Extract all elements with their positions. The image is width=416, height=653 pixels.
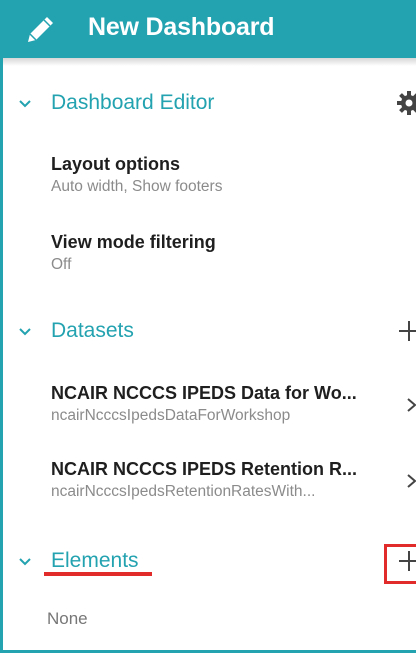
- item-subtitle: Auto width, Show footers: [51, 178, 223, 195]
- plus-icon[interactable]: [396, 318, 416, 344]
- chevron-down-icon[interactable]: [16, 323, 34, 341]
- dataset-item[interactable]: NCAIR NCCCS IPEDS Data for Wo... ncairNc…: [51, 381, 416, 427]
- section-label-dashboard-editor: Dashboard Editor: [51, 91, 215, 114]
- item-title: Layout options: [51, 154, 180, 174]
- dataset-title: NCAIR NCCCS IPEDS Retention R...: [51, 459, 358, 479]
- item-title: View mode filtering: [51, 232, 216, 252]
- dashboard-editor-panel: New Dashboard Dashboard Editor Layout op…: [0, 0, 416, 653]
- dashboard-title[interactable]: New Dashboard: [88, 13, 275, 42]
- header-shadow: [0, 58, 416, 66]
- dataset-subtitle: ncairNcccsIpedsRetentionRatesWith...: [51, 483, 316, 500]
- chevron-down-icon[interactable]: [16, 95, 34, 113]
- dataset-subtitle: ncairNcccsIpedsDataForWorkshop: [51, 407, 291, 424]
- gear-icon[interactable]: [396, 90, 416, 116]
- section-dashboard-editor[interactable]: Dashboard Editor: [0, 86, 416, 122]
- panel-left-border: [0, 0, 3, 653]
- highlight-underline: [44, 572, 152, 576]
- item-subtitle: Off: [51, 256, 72, 273]
- pencil-icon[interactable]: [24, 12, 58, 46]
- section-label-elements: Elements: [51, 549, 139, 572]
- chevron-down-icon[interactable]: [16, 553, 34, 571]
- elements-empty-text: None: [47, 609, 88, 628]
- chevron-right-icon[interactable]: [405, 471, 416, 491]
- section-datasets[interactable]: Datasets: [0, 314, 416, 350]
- dataset-item[interactable]: NCAIR NCCCS IPEDS Retention R... ncairNc…: [51, 457, 416, 503]
- editor-item-layout-options[interactable]: Layout options Auto width, Show footers: [51, 152, 411, 198]
- editor-item-view-mode-filtering[interactable]: View mode filtering Off: [51, 230, 411, 276]
- chevron-right-icon[interactable]: [405, 395, 416, 415]
- app-header: New Dashboard: [0, 0, 416, 58]
- highlight-box: [384, 544, 416, 584]
- section-label-datasets: Datasets: [51, 319, 134, 342]
- dataset-title: NCAIR NCCCS IPEDS Data for Wo...: [51, 383, 357, 403]
